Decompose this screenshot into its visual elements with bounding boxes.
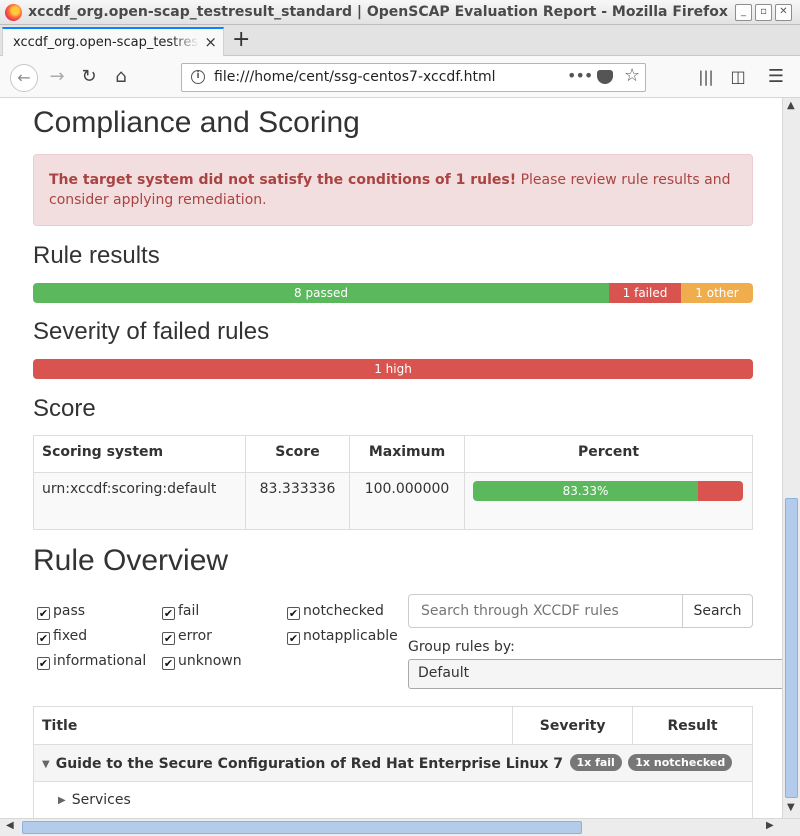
rule-group-row[interactable]: ▼ Guide to the Secure Configuration of Re… [33, 744, 753, 782]
col-maximum: Maximum [349, 435, 465, 473]
filter-informational[interactable]: ✔ informational [37, 653, 146, 670]
score-cell: 83.333336 [245, 472, 350, 530]
col-result: Result [632, 706, 753, 745]
scroll-left-icon[interactable]: ◀ [6, 820, 14, 831]
checkbox-icon[interactable]: ✔ [287, 607, 300, 620]
browser-tab[interactable]: xccdf_org.open-scap_testresult_standard … [2, 27, 224, 57]
sidebar-icon[interactable]: ◫ [724, 64, 752, 92]
checkbox-icon[interactable]: ✔ [162, 632, 175, 645]
checkbox-icon[interactable]: ✔ [162, 607, 175, 620]
col-score: Score [245, 435, 350, 473]
page-actions-icon[interactable]: ••• [567, 66, 593, 85]
search-group: Search [408, 594, 753, 628]
window-titlebar: xccdf_org.open-scap_testresult_standard … [0, 0, 800, 25]
expand-caret-icon[interactable]: ▶ [58, 795, 66, 806]
fail-count-badge: 1x fail [569, 754, 622, 771]
failed-segment: 1 failed [609, 283, 681, 303]
close-tab-icon[interactable]: × [204, 34, 217, 50]
rule-results-heading: Rule results [33, 242, 160, 269]
group-by-select[interactable]: Default [408, 659, 782, 689]
compliance-heading: Compliance and Scoring [33, 106, 360, 139]
reload-icon[interactable]: ↻ [75, 64, 103, 92]
passed-segment: 8 passed [33, 283, 609, 303]
scroll-up-icon[interactable]: ▲ [787, 100, 795, 111]
maximize-button[interactable]: ▫ [755, 4, 772, 21]
other-segment: 1 other [681, 283, 753, 303]
url-text[interactable]: file:///home/cent/ssg-centos7-xccdf.html [214, 69, 496, 85]
notchecked-count-badge: 1x notchecked [628, 754, 733, 771]
filter-unknown[interactable]: ✔ unknown [162, 653, 242, 670]
score-header-row: Scoring system Score Maximum Percent [33, 435, 753, 473]
window-title: xccdf_org.open-scap_testresult_standard … [28, 4, 728, 20]
score-table: Scoring system Score Maximum Percent urn… [33, 435, 753, 530]
search-input[interactable] [408, 594, 683, 628]
library-icon[interactable]: ||| [692, 64, 720, 92]
bookmark-star-icon[interactable]: ☆ [624, 65, 640, 86]
alert-bold-text: The target system did not satisfy the co… [49, 172, 517, 188]
search-button[interactable]: Search [682, 594, 753, 628]
url-bar[interactable]: i file:///home/cent/ssg-centos7-xccdf.ht… [181, 63, 646, 92]
tab-strip: xccdf_org.open-scap_testresult_standard … [0, 25, 800, 57]
checkbox-icon[interactable]: ✔ [37, 632, 50, 645]
horizontal-scrollbar[interactable]: ◀ ▶ [0, 818, 800, 836]
rule-results-bar: 8 passed 1 failed 1 other [33, 283, 753, 303]
firefox-icon [5, 4, 22, 21]
pocket-icon[interactable] [597, 70, 613, 84]
col-scoring-system: Scoring system [33, 435, 246, 473]
filter-error[interactable]: ✔ error [162, 628, 212, 645]
subgroup-title: Services [71, 792, 131, 808]
filter-pass[interactable]: ✔ pass [37, 603, 85, 620]
filter-fixed[interactable]: ✔ fixed [37, 628, 87, 645]
percent-cell: 83.33% [464, 472, 753, 530]
new-tab-button[interactable]: + [232, 29, 250, 51]
page-content: Compliance and Scoring The target system… [0, 98, 782, 818]
col-severity: Severity [512, 706, 634, 745]
percent-bar: 83.33% [473, 481, 743, 501]
filter-notchecked[interactable]: ✔ notchecked [287, 603, 384, 620]
severity-bar: 1 high [33, 359, 753, 379]
scoring-system-cell: urn:xccdf:scoring:default [33, 472, 246, 530]
severity-heading: Severity of failed rules [33, 318, 270, 345]
checkbox-icon[interactable]: ✔ [287, 632, 300, 645]
checkbox-icon[interactable]: ✔ [162, 657, 175, 670]
checkbox-icon[interactable]: ✔ [37, 607, 50, 620]
maximum-cell: 100.000000 [349, 472, 465, 530]
rule-overview-heading: Rule Overview [33, 544, 229, 577]
checkbox-icon[interactable]: ✔ [37, 657, 50, 670]
filter-notapplicable[interactable]: ✔ notapplicable [287, 628, 398, 645]
percent-fill: 83.33% [473, 481, 698, 501]
high-severity-segment: 1 high [33, 359, 753, 379]
rule-subgroup-row[interactable]: ▶ Services [33, 781, 753, 818]
group-title: Guide to the Secure Configuration of Red… [55, 756, 564, 772]
navigation-bar: ← → ↻ ⌂ i file:///home/cent/ssg-centos7-… [0, 56, 800, 98]
close-window-button[interactable]: ✕ [775, 4, 792, 21]
percent-remainder [697, 481, 743, 501]
menu-icon[interactable]: ☰ [762, 64, 790, 92]
score-row: urn:xccdf:scoring:default 83.333336 100.… [33, 472, 753, 530]
tab-label: xccdf_org.open-scap_testresult_standard [13, 35, 199, 50]
vertical-scrollbar[interactable]: ▲ ▼ [782, 98, 800, 818]
collapse-caret-icon[interactable]: ▼ [42, 759, 50, 770]
filter-fail[interactable]: ✔ fail [162, 603, 199, 620]
horizontal-scroll-thumb[interactable] [22, 821, 582, 834]
vertical-scroll-thumb[interactable] [785, 498, 798, 798]
scroll-down-icon[interactable]: ▼ [787, 802, 795, 813]
site-info-icon[interactable]: i [191, 70, 205, 84]
minimize-button[interactable]: _ [735, 4, 752, 21]
col-percent: Percent [464, 435, 753, 473]
back-arrow-icon[interactable]: ← [10, 64, 38, 92]
home-icon[interactable]: ⌂ [107, 64, 135, 92]
col-title: Title [32, 706, 514, 745]
rules-header-row: Title Severity Result [32, 706, 753, 745]
scroll-right-icon[interactable]: ▶ [766, 820, 774, 831]
group-by-label: Group rules by: [408, 639, 515, 655]
compliance-alert: The target system did not satisfy the co… [33, 154, 753, 226]
score-heading: Score [33, 395, 96, 422]
forward-arrow-icon[interactable]: → [43, 64, 71, 92]
rules-table: Title Severity Result ▼ Guide to the Secu… [32, 706, 753, 818]
